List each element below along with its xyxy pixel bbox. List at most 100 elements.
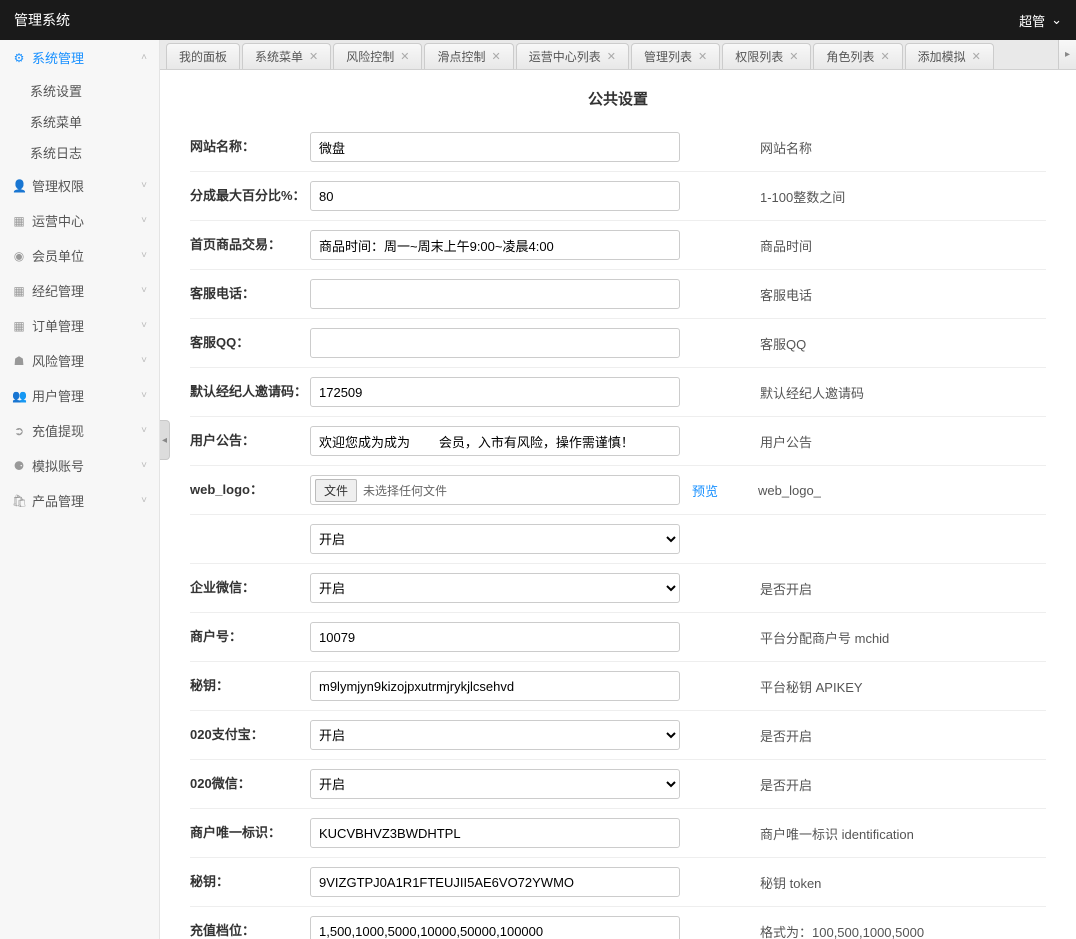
tab-5[interactable]: 管理列表 ✕ (631, 43, 720, 69)
field-hint: 是否开启 (760, 775, 812, 794)
tab-label: 管理列表 (644, 48, 692, 65)
sidebar-item-4[interactable]: ▦经纪管理˅ (0, 273, 159, 308)
tab-8[interactable]: 添加模拟✕ (905, 43, 994, 69)
tab-label: 滑点控制 (437, 48, 485, 65)
form-row-14: 商户唯一标识：商户唯一标识 identification (190, 808, 1046, 857)
sidebar-label: 系统管理 (32, 48, 84, 67)
chevron-icon: ˅ (141, 390, 147, 401)
form-row-8: 开启 (190, 514, 1046, 563)
sidebar-item-10[interactable]: 🛍产品管理˅ (0, 483, 159, 518)
tab-1[interactable]: 系统菜单✕ (242, 43, 331, 69)
field-hint: 是否开启 (760, 726, 812, 745)
chevron-icon: ˄ (141, 52, 147, 63)
form-row-3: 客服电话：客服电话 (190, 269, 1046, 318)
sidebar-subitem-0-1[interactable]: 系统菜单 (0, 106, 159, 137)
text-input[interactable] (310, 328, 680, 358)
sidebar-label: 用户管理 (32, 386, 84, 405)
close-icon[interactable]: ✕ (698, 50, 707, 63)
text-input[interactable] (310, 181, 680, 211)
file-name-text: 未选择任何文件 (363, 482, 447, 499)
file-choose-button[interactable]: 文件 (315, 479, 357, 502)
field-input-wrap (310, 377, 680, 407)
close-icon[interactable]: ✕ (492, 50, 501, 63)
form-row-2: 首页商品交易：商品时间 (190, 220, 1046, 269)
field-input-wrap (310, 867, 680, 897)
sidebar-item-3[interactable]: ◉会员单位˅ (0, 238, 159, 273)
sidebar-item-5[interactable]: ▦订单管理˅ (0, 308, 159, 343)
sidebar-collapse-handle[interactable]: ◂ (160, 420, 170, 460)
tab-6[interactable]: 权限列表✕ (722, 43, 811, 69)
sidebar-subitem-0-2[interactable]: 系统日志 (0, 137, 159, 168)
text-input[interactable] (310, 671, 680, 701)
sidebar-item-7[interactable]: 👥 用户管理 ˅ (0, 378, 159, 413)
app-title: 管理系统 (14, 10, 70, 30)
field-input-wrap: 开启 (310, 769, 680, 799)
select-input[interactable]: 开启 (310, 720, 680, 750)
field-label: 客服QQ： (190, 335, 310, 352)
field-hint: 用户公告 (760, 432, 812, 451)
text-input[interactable] (310, 622, 680, 652)
sidebar-item-1[interactable]: 👤管理权限˅ (0, 168, 159, 203)
tab-3[interactable]: 滑点控制 ✕ (424, 43, 513, 69)
chevron-icon: ˅ (141, 320, 147, 331)
select-input[interactable]: 开启 (310, 573, 680, 603)
settings-form: 网站名称：网站名称分成最大百分比%：1-100整数之间首页商品交易：商品时间客服… (160, 123, 1076, 939)
text-input[interactable] (310, 818, 680, 848)
form-row-0: 网站名称：网站名称 (190, 123, 1046, 171)
field-label: 客服电话： (190, 286, 310, 303)
chevron-icon: ˅ (141, 495, 147, 506)
close-icon[interactable]: ✕ (972, 50, 981, 63)
close-icon[interactable]: ✕ (607, 50, 616, 63)
close-icon[interactable]: ✕ (880, 50, 889, 63)
sidebar-item-6[interactable]: ☗风险管理˅ (0, 343, 159, 378)
close-icon[interactable]: ✕ (400, 50, 409, 63)
field-hint: 商品时间 (760, 236, 812, 255)
form-row-6: 用户公告：用户公告 (190, 416, 1046, 465)
field-hint: web_logo_ (758, 483, 821, 498)
tab-scroll-right[interactable]: ▸ (1058, 40, 1076, 69)
sidebar-icon: 👥 (12, 389, 26, 403)
field-hint: 平台分配商户号 mchid (760, 628, 889, 647)
text-input[interactable] (310, 279, 680, 309)
file-input[interactable]: 文件未选择任何文件 (310, 475, 680, 505)
tab-4[interactable]: 运营中心列表✕ (516, 43, 629, 69)
text-input[interactable] (310, 916, 680, 939)
tab-label: 角色列表 (826, 48, 874, 65)
field-hint: 客服QQ (760, 334, 806, 353)
select-input[interactable]: 开启 (310, 769, 680, 799)
preview-link[interactable]: 预览 (692, 481, 718, 500)
text-input[interactable] (310, 867, 680, 897)
tab-2[interactable]: 风险控制✕ (333, 43, 422, 69)
sidebar-label: 风险管理 (32, 351, 84, 370)
sidebar-label: 会员单位 (32, 246, 84, 265)
text-input[interactable] (310, 230, 680, 260)
field-label: 分成最大百分比%： (190, 188, 310, 205)
text-input[interactable] (310, 132, 680, 162)
form-row-16: 充值档位：格式为：100,500,1000,5000 (190, 906, 1046, 939)
field-input-wrap (310, 426, 680, 456)
sidebar-item-9[interactable]: ⚈模拟账号˅ (0, 448, 159, 483)
field-hint: 平台秘钥 APIKEY (760, 677, 863, 696)
field-label: 020支付宝： (190, 727, 310, 744)
sidebar-label: 充值提现 (32, 421, 84, 440)
sidebar-label: 模拟账号 (32, 456, 84, 475)
field-input-wrap (310, 671, 680, 701)
sidebar-item-0[interactable]: ⚙ 系统管理 ˄ (0, 40, 159, 75)
tab-0[interactable]: 我的面板 (166, 43, 240, 69)
text-input[interactable] (310, 426, 680, 456)
sidebar-item-2[interactable]: ▦运营中心˅ (0, 203, 159, 238)
tab-7[interactable]: 角色列表 ✕ (813, 43, 902, 69)
sidebar-icon: ⚙ (12, 51, 26, 65)
field-hint: 格式为：100,500,1000,5000 (760, 922, 924, 939)
sidebar-label: 订单管理 (32, 316, 84, 335)
sidebar-item-8[interactable]: ➲充值提现˅ (0, 413, 159, 448)
select-input[interactable]: 开启 (310, 524, 680, 554)
text-input[interactable] (310, 377, 680, 407)
close-icon[interactable]: ✕ (789, 50, 798, 63)
sidebar-subitem-0-0[interactable]: 系统设置 (0, 75, 159, 106)
form-row-9: 企业微信：开启是否开启 (190, 563, 1046, 612)
close-icon[interactable]: ✕ (309, 50, 318, 63)
field-label: 秘钥： (190, 678, 310, 695)
user-menu[interactable]: 超管 ⌄ (1019, 11, 1062, 30)
field-label: web_logo： (190, 482, 310, 499)
